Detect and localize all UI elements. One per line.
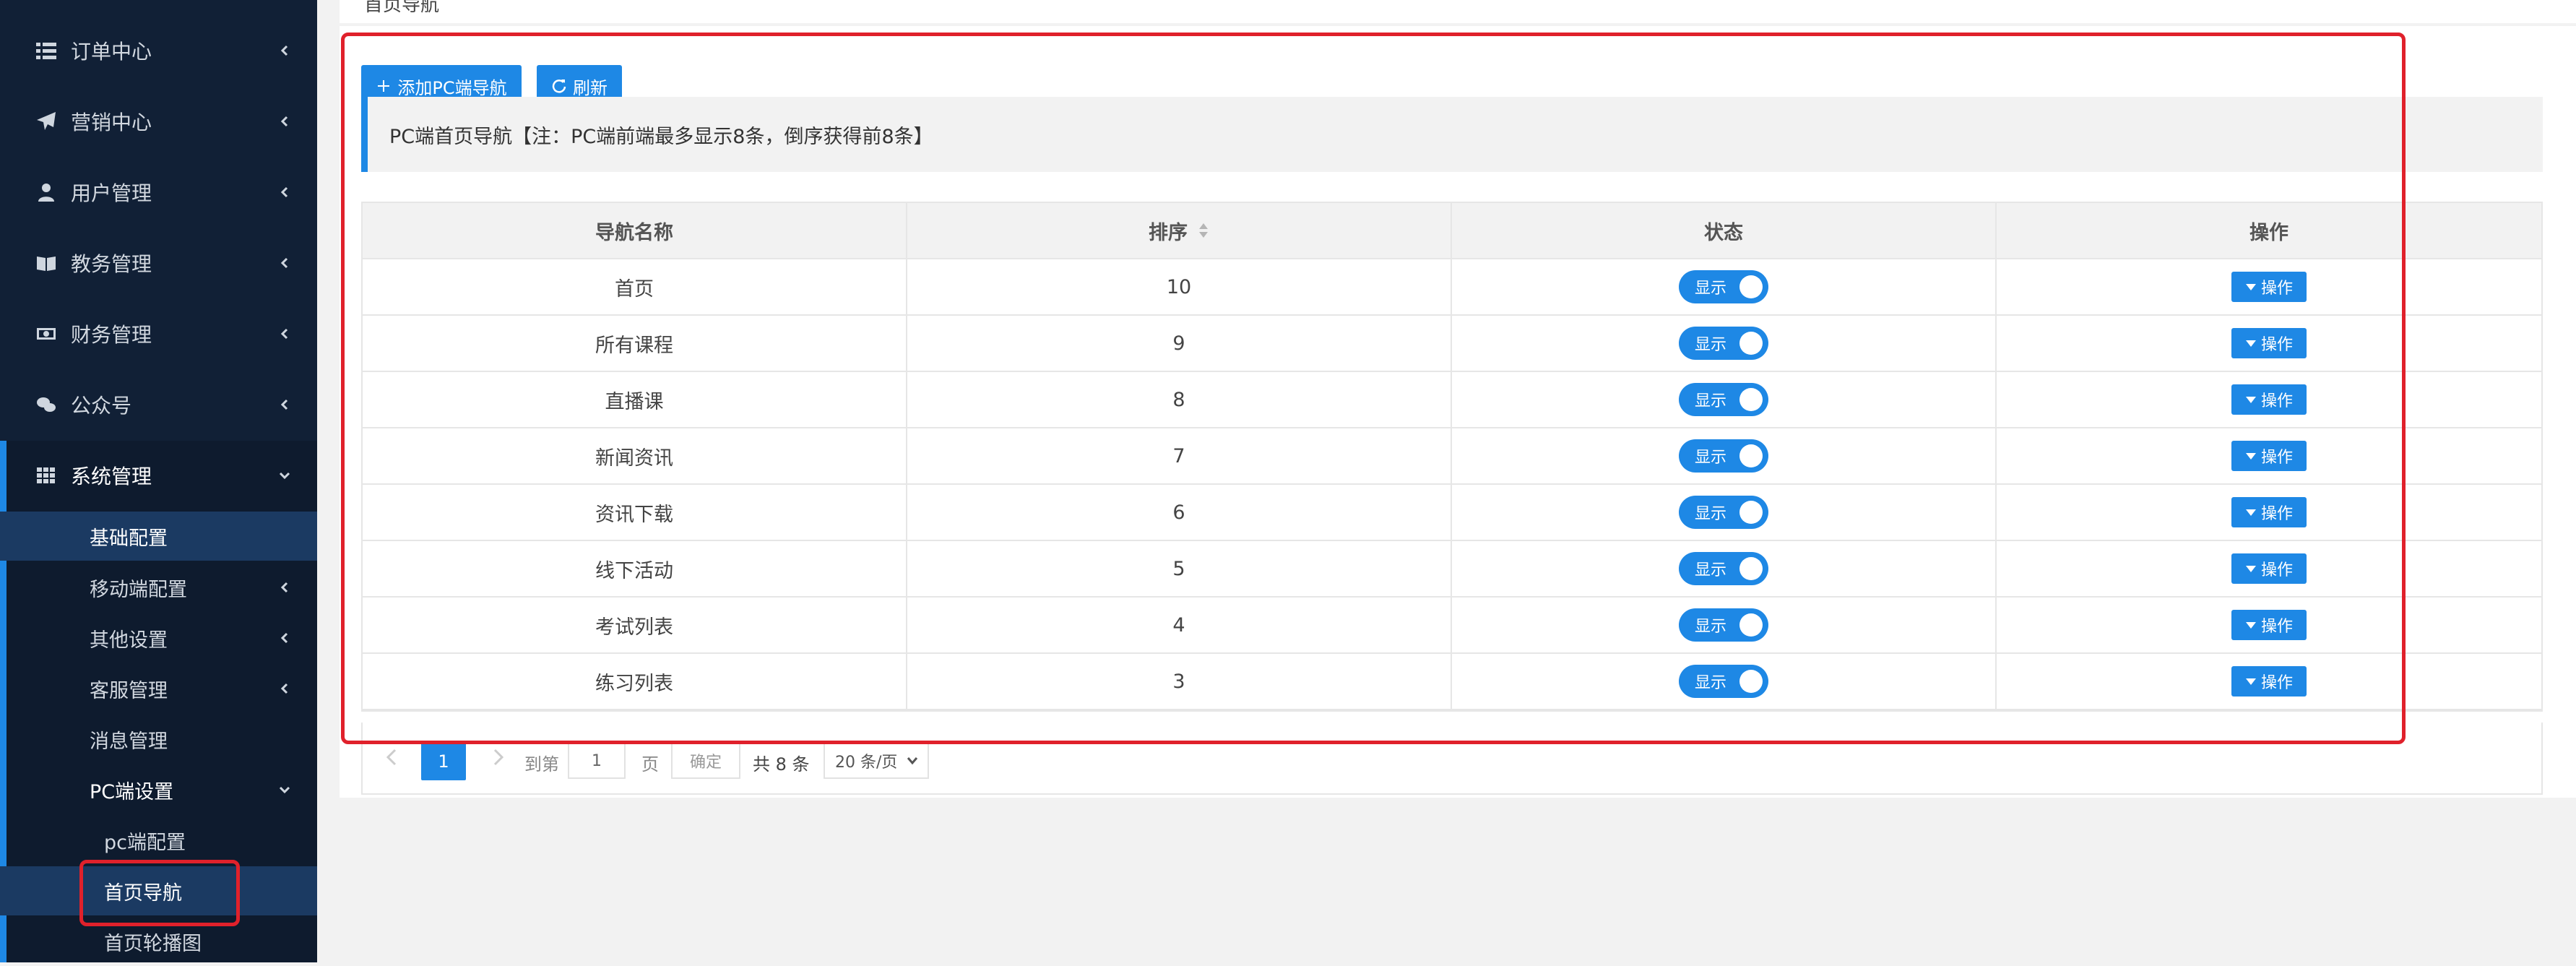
annotation-box-main <box>341 33 2406 744</box>
sidebar-item-system[interactable]: 系统管理 <box>0 441 317 510</box>
chevron-left-icon <box>278 256 291 269</box>
sidebar-item-label: 系统管理 <box>71 465 152 488</box>
sidebar-item-finance[interactable]: 财务管理 <box>0 299 317 368</box>
confirm-button[interactable]: 确定 <box>671 743 740 779</box>
sidebar-sub-customer-service[interactable]: 客服管理 <box>0 664 317 713</box>
chevron-left-icon <box>278 682 291 695</box>
sidebar-sub-label: 基础配置 <box>90 527 168 550</box>
chevron-left-icon <box>278 44 291 57</box>
sidebar-item-label: 财务管理 <box>71 323 152 347</box>
sidebar-sub-label: 移动端配置 <box>90 578 187 601</box>
breadcrumb: 首页导航 <box>364 0 440 16</box>
goto-label: 到第 <box>524 754 559 775</box>
grid-icon <box>36 465 56 486</box>
page-current[interactable]: 1 <box>421 743 466 780</box>
prev-page-icon[interactable] <box>384 744 399 770</box>
paper-plane-icon <box>36 111 56 131</box>
breadcrumb-bar: 首页导航 <box>340 0 2576 23</box>
chevron-left-icon <box>278 327 291 340</box>
sidebar-sub-basic-config[interactable]: 基础配置 <box>0 512 317 561</box>
chevron-left-icon <box>278 581 291 594</box>
chevron-down-icon <box>278 783 291 796</box>
chevron-left-icon <box>278 398 291 411</box>
sidebar-item-marketing[interactable]: 营销中心 <box>0 87 317 156</box>
chevron-down-icon <box>907 757 918 765</box>
page-unit-label: 页 <box>641 754 659 775</box>
sidebar: 订单中心 营销中心 用户管理 教务管理 财务管理 公众号 系统管理 基础配置 移… <box>0 0 317 962</box>
sidebar-item-wechat[interactable]: 公众号 <box>0 370 317 439</box>
sidebar-sub-label: PC端设置 <box>90 780 174 803</box>
sidebar-item-label: 用户管理 <box>71 181 152 205</box>
per-page-select[interactable]: 20 条/页 <box>824 743 929 779</box>
wechat-icon <box>36 394 56 415</box>
sidebar-item-orders[interactable]: 订单中心 <box>0 16 317 85</box>
per-page-value: 20 条/页 <box>835 754 898 772</box>
sidebar-item-label: 教务管理 <box>71 252 152 276</box>
sidebar-sub-pc-settings[interactable]: PC端设置 <box>0 765 317 814</box>
sidebar-item-label: 订单中心 <box>71 40 152 64</box>
chevron-left-icon <box>278 186 291 199</box>
list-icon <box>36 40 56 61</box>
chevron-down-icon <box>278 469 291 482</box>
sidebar-sub-messages[interactable]: 消息管理 <box>0 715 317 764</box>
user-icon <box>36 182 56 202</box>
sidebar-sub-label: 首页轮播图 <box>104 932 202 955</box>
sidebar-sub-label: 其他设置 <box>90 629 168 652</box>
sidebar-sub-label: 消息管理 <box>90 730 168 753</box>
chevron-left-icon <box>278 115 291 128</box>
total-count: 共 8 条 <box>753 754 810 775</box>
sidebar-sub-label: pc端配置 <box>104 831 186 854</box>
money-icon <box>36 324 56 344</box>
book-icon <box>36 253 56 273</box>
sidebar-sub-pc-config[interactable]: pc端配置 <box>0 816 317 865</box>
sidebar-item-academic[interactable]: 教务管理 <box>0 228 317 298</box>
sidebar-sub-mobile-config[interactable]: 移动端配置 <box>0 563 317 612</box>
sidebar-item-users[interactable]: 用户管理 <box>0 158 317 227</box>
sidebar-sub-label: 客服管理 <box>90 679 168 702</box>
sidebar-item-label: 公众号 <box>71 394 132 418</box>
page-jump-input[interactable]: 1 <box>568 743 626 779</box>
annotation-box-sidebar <box>79 860 240 926</box>
next-page-icon[interactable] <box>491 744 506 770</box>
chevron-left-icon <box>278 631 291 644</box>
sidebar-item-label: 营销中心 <box>71 111 152 134</box>
sidebar-sub-other-settings[interactable]: 其他设置 <box>0 613 317 663</box>
